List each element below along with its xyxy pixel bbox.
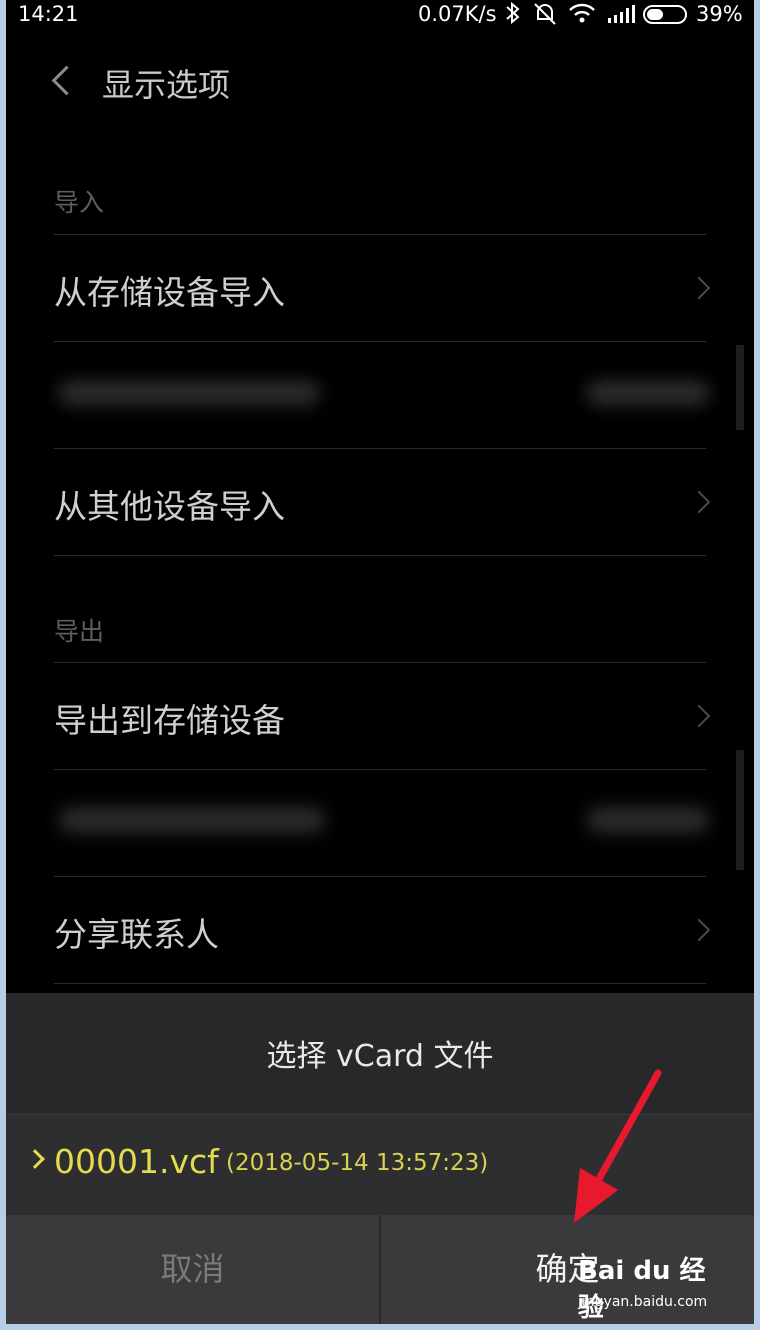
watermark-url: jingyan.baidu.com xyxy=(578,1294,708,1310)
window-edge xyxy=(754,0,760,1330)
divider xyxy=(54,234,706,235)
signal-icon xyxy=(606,4,636,29)
status-battery-pct: 39% xyxy=(696,2,743,26)
chevron-right-icon xyxy=(687,276,711,300)
divider xyxy=(54,876,706,877)
list-item-label: 分享联系人 xyxy=(54,915,219,954)
window-edge xyxy=(0,0,6,1330)
section-import-label: 导入 xyxy=(54,188,105,217)
section-export-label: 导出 xyxy=(54,617,105,646)
list-item-label: 从存储设备导入 xyxy=(54,273,285,312)
annotation-arrow-icon xyxy=(574,1069,662,1223)
redacted-value xyxy=(586,380,710,406)
scrollbar-thumb[interactable] xyxy=(736,750,744,870)
cancel-button[interactable]: 取消 xyxy=(6,1215,379,1324)
divider xyxy=(54,662,706,663)
battery-icon xyxy=(643,5,687,24)
mute-icon xyxy=(532,0,558,31)
watermark-brand: Bai du 经验 xyxy=(578,1256,706,1323)
status-net-speed: 0.07K/s xyxy=(418,2,497,26)
header: 显示选项 xyxy=(6,40,754,130)
status-time: 14:21 xyxy=(18,2,79,26)
list-item-label: 从其他设备导入 xyxy=(54,487,285,526)
divider xyxy=(54,983,706,984)
divider xyxy=(54,555,706,556)
chevron-right-icon xyxy=(687,490,711,514)
baidu-watermark: Bai du 经验 jingyan.baidu.com xyxy=(578,1250,718,1323)
chevron-right-icon xyxy=(687,918,711,942)
bluetooth-icon xyxy=(504,1,522,30)
file-name: 00001.vcf xyxy=(54,1142,219,1181)
divider xyxy=(54,341,706,342)
back-icon[interactable] xyxy=(51,65,82,96)
list-item-label: 导出到存储设备 xyxy=(54,701,285,740)
chevron-right-icon xyxy=(687,704,711,728)
page-title: 显示选项 xyxy=(102,66,231,104)
divider xyxy=(54,769,706,770)
wifi-icon xyxy=(568,2,596,29)
redacted-text xyxy=(58,807,326,833)
window-edge xyxy=(0,1324,760,1330)
selected-chevron-icon xyxy=(25,1149,45,1169)
divider xyxy=(54,448,706,449)
status-bar: 14:21 0.07K/s 39% xyxy=(6,0,754,30)
scrollbar-thumb[interactable] xyxy=(736,345,744,430)
redacted-value xyxy=(586,807,710,833)
redacted-text xyxy=(58,380,320,406)
file-date: (2018-05-14 13:57:23) xyxy=(226,1150,489,1176)
